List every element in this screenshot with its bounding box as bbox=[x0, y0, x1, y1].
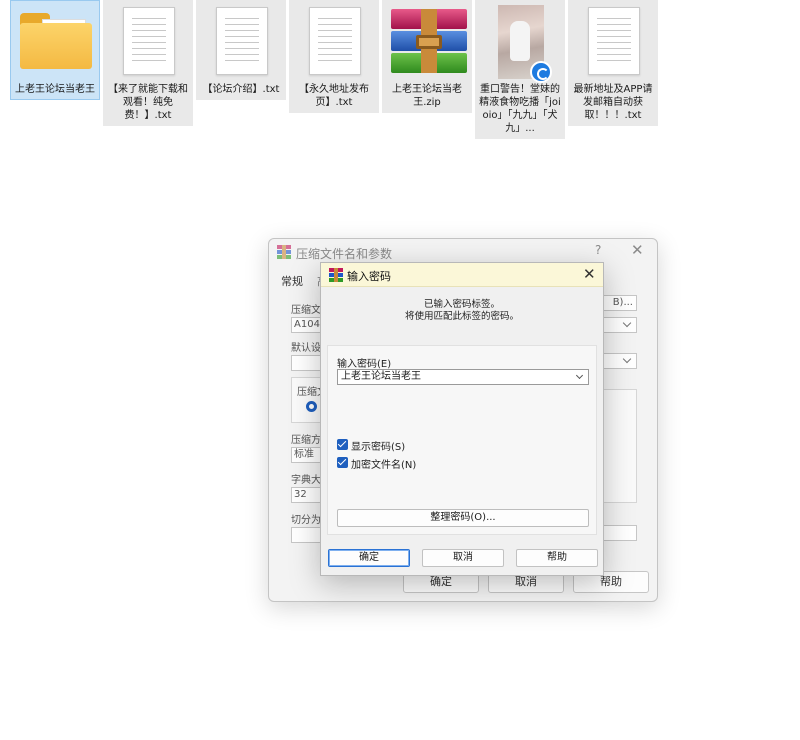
file-label: 最新地址及APP请发邮箱自动获取！！！.txt bbox=[573, 84, 653, 121]
file-tile-txt[interactable]: 【永久地址发布页】.txt bbox=[289, 0, 379, 113]
file-tile-txt[interactable]: 【来了就能下载和观看！纯免费！】.txt bbox=[103, 0, 193, 126]
method-label: 压缩方 bbox=[291, 435, 321, 446]
folder-icon bbox=[20, 13, 92, 69]
cancel-button[interactable]: 取消 bbox=[422, 549, 504, 567]
profile-label: 默认设 bbox=[291, 343, 321, 354]
text-file-icon bbox=[216, 7, 268, 75]
encrypt-filenames-checkbox[interactable] bbox=[337, 457, 348, 468]
password-info-text: 已输入密码标签。 将使用匹配此标签的密码。 bbox=[321, 299, 603, 323]
winrar-logo-icon bbox=[277, 245, 291, 259]
close-icon[interactable]: ✕ bbox=[631, 241, 644, 259]
chevron-down-icon bbox=[622, 354, 632, 364]
chevron-down-icon[interactable] bbox=[575, 371, 584, 380]
ok-button[interactable]: 确定 bbox=[328, 549, 410, 567]
options-group bbox=[603, 389, 637, 503]
text-file-icon bbox=[123, 7, 175, 75]
split-volumes-field[interactable] bbox=[291, 527, 321, 543]
profile-select[interactable] bbox=[603, 353, 637, 369]
method-select[interactable]: 标准 bbox=[291, 447, 321, 463]
show-password-label[interactable]: 显示密码(S) bbox=[351, 438, 405, 453]
info-line: 将使用匹配此标签的密码。 bbox=[404, 311, 519, 322]
password-label: 输入密码(E) bbox=[337, 359, 392, 370]
file-tile-txt[interactable]: 最新地址及APP请发邮箱自动获取！！！.txt bbox=[568, 0, 658, 126]
tab-general[interactable]: 常规 bbox=[281, 273, 303, 289]
encrypt-filenames-label[interactable]: 加密文件名(N) bbox=[351, 456, 416, 471]
dialog-title: 压缩文件名和参数 bbox=[296, 247, 393, 261]
chevron-down-icon bbox=[622, 318, 632, 328]
file-label: 【来了就能下载和观看！纯免费！】.txt bbox=[108, 84, 188, 121]
video-thumbnail-icon bbox=[498, 5, 552, 83]
file-label: 上老王论坛当老王.zip bbox=[392, 84, 462, 108]
text-file-icon bbox=[588, 7, 640, 75]
set-password-button[interactable] bbox=[603, 525, 637, 541]
dict-size-label: 字典大 bbox=[291, 475, 321, 486]
file-tile-txt[interactable]: 【论坛介绍】.txt bbox=[196, 0, 286, 100]
enter-password-dialog: 输入密码 ✕ 已输入密码标签。 将使用匹配此标签的密码。 输入密码(E) 上老王… bbox=[320, 262, 604, 576]
organize-passwords-button[interactable]: 整理密码(O)... bbox=[337, 509, 589, 527]
split-volumes-label: 切分为 bbox=[291, 515, 321, 526]
password-value: 上老王论坛当老王 bbox=[341, 371, 421, 382]
file-label: 上老王论坛当老王 bbox=[15, 84, 95, 95]
file-tile-folder[interactable]: 上老王论坛当老王 bbox=[10, 0, 100, 100]
video-badge-icon bbox=[530, 61, 552, 83]
dialog-titlebar: 输入密码 ✕ bbox=[321, 263, 603, 287]
file-label: 【论坛介绍】.txt bbox=[202, 84, 280, 95]
update-mode-select[interactable] bbox=[603, 317, 637, 333]
info-line: 已输入密码标签。 bbox=[423, 299, 500, 310]
password-combobox[interactable]: 上老王论坛当老王 bbox=[337, 369, 589, 385]
file-label: 【永久地址发布页】.txt bbox=[299, 84, 369, 108]
winrar-archive-icon bbox=[391, 9, 467, 73]
help-button[interactable]: 帮助 bbox=[516, 549, 598, 567]
dict-size-select[interactable]: 32 bbox=[291, 487, 321, 503]
text-file-icon bbox=[309, 7, 361, 75]
file-tile-video[interactable]: 重口警告！堂妹的精液食物吃播「joioio」「九九」「犬九」... bbox=[475, 0, 565, 139]
file-tile-zip[interactable]: 上老王论坛当老王.zip bbox=[382, 0, 472, 113]
format-radio[interactable] bbox=[306, 401, 317, 412]
dialog-title: 输入密码 bbox=[347, 270, 391, 283]
archive-name-label: 压缩文 bbox=[291, 305, 321, 316]
help-icon[interactable]: ? bbox=[595, 243, 601, 257]
close-icon[interactable]: ✕ bbox=[583, 265, 596, 283]
winrar-logo-icon bbox=[329, 268, 343, 282]
show-password-checkbox[interactable] bbox=[337, 439, 348, 450]
browse-button[interactable]: B)... bbox=[603, 295, 637, 311]
file-label: 重口警告！堂妹的精液食物吃播「joioio」「九九」「犬九」... bbox=[479, 84, 561, 134]
